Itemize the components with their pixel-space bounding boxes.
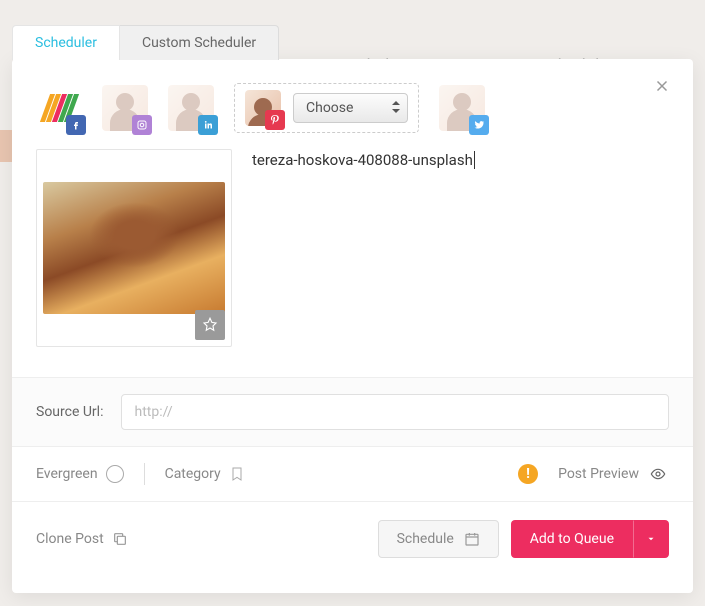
pinterest-board-group: Choose (234, 83, 419, 133)
actions-row: Clone Post Schedule Add to Queue (12, 501, 693, 576)
divider (144, 463, 145, 485)
modal-tabs: Scheduler Custom Scheduler (12, 25, 279, 60)
queue-dropdown-button[interactable] (633, 520, 669, 558)
add-to-queue-button[interactable]: Add to Queue (511, 520, 633, 558)
facebook-icon (66, 115, 86, 135)
caret-down-icon (646, 534, 656, 544)
twitter-icon (469, 115, 489, 135)
post-text-content: tereza-hoskova-408088-unsplash (252, 151, 473, 169)
board-dropdown[interactable]: Choose (293, 93, 408, 123)
account-instagram[interactable] (102, 85, 148, 131)
linkedin-icon (198, 115, 218, 135)
warning-icon: ! (518, 464, 538, 484)
source-row: Source Url: (12, 377, 693, 446)
instagram-icon (132, 115, 152, 135)
text-cursor (474, 151, 475, 169)
compose-modal: Choose tereza-hoskova-408088-unsplash So… (12, 59, 693, 593)
close-icon[interactable] (653, 77, 671, 99)
schedule-button[interactable]: Schedule (378, 520, 499, 558)
tab-scheduler[interactable]: Scheduler (12, 25, 120, 60)
clone-label: Clone Post (36, 531, 104, 547)
post-text-input[interactable]: tereza-hoskova-408088-unsplash (252, 149, 669, 347)
source-url-label: Source Url: (36, 404, 103, 420)
attached-image (43, 182, 225, 314)
circle-icon (106, 465, 124, 483)
options-row: Evergreen Category ! Post Preview (12, 446, 693, 501)
pinterest-icon (265, 110, 285, 130)
post-preview-button[interactable]: Post Preview (558, 466, 669, 482)
add-to-queue-group: Add to Queue (511, 520, 669, 558)
copy-icon (112, 531, 128, 547)
source-url-input[interactable] (121, 394, 669, 430)
account-twitter[interactable] (439, 85, 485, 131)
eye-icon (647, 466, 669, 482)
category-label: Category (165, 466, 221, 482)
preview-label: Post Preview (558, 466, 639, 482)
schedule-label: Schedule (397, 531, 454, 547)
tab-custom-scheduler[interactable]: Custom Scheduler (120, 25, 279, 60)
board-select[interactable]: Choose (293, 93, 408, 123)
image-attachment[interactable] (36, 149, 232, 347)
accounts-row: Choose (12, 59, 693, 133)
account-pinterest[interactable] (245, 90, 281, 126)
category-select[interactable]: Category (165, 465, 245, 483)
account-app-facebook[interactable] (36, 85, 82, 131)
evergreen-label: Evergreen (36, 466, 98, 482)
bookmark-icon (229, 465, 245, 483)
calendar-icon (464, 531, 480, 547)
clone-post-button[interactable]: Clone Post (36, 531, 128, 547)
account-linkedin[interactable] (168, 85, 214, 131)
star-icon[interactable] (195, 310, 225, 340)
queue-label: Add to Queue (530, 531, 614, 547)
content-row: tereza-hoskova-408088-unsplash (12, 133, 693, 377)
evergreen-toggle[interactable]: Evergreen (36, 465, 124, 483)
